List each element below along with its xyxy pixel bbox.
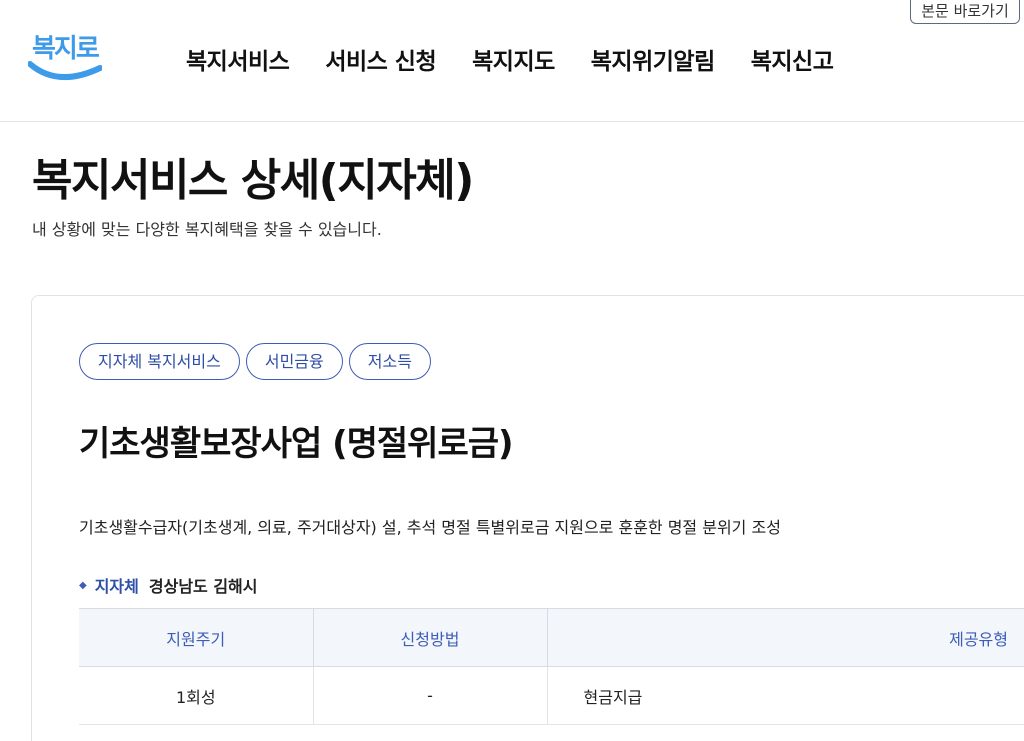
header-support-cycle: 지원주기 [79,608,314,667]
main-navigation: 복지서비스 서비스 신청 복지지도 복지위기알림 복지신고 [186,42,869,76]
tag-low-income[interactable]: 저소득 [348,343,431,380]
nav-item-crisis-alert[interactable]: 복지위기알림 [591,42,715,76]
bokjiro-logo[interactable]: 복지로 [28,28,102,88]
header-provision-type: 제공유형 [547,608,1024,667]
nav-item-welfare-map[interactable]: 복지지도 [472,42,555,76]
table-header-row: 지원주기 신청방법 제공유형 [79,608,1024,667]
nav-item-service-apply[interactable]: 서비스 신청 [325,42,436,76]
service-tags: 지자체 복지서비스 서민금융 저소득 [79,343,431,380]
cell-provision-type: 현금지급 [547,666,1024,725]
service-info-table: 지원주기 신청방법 제공유형 1회성 - 현금지급 [79,608,1024,725]
logo-swoosh-icon [28,61,102,81]
cell-apply-method: - [313,666,548,725]
tag-finance[interactable]: 서민금융 [245,343,343,380]
cell-support-cycle: 1회성 [79,666,314,725]
service-title: 기초생활보장사업 (명절위로금) [79,424,514,464]
region-info: ◆ 지자체 경상남도 김해시 [79,573,258,597]
nav-item-welfare-service[interactable]: 복지서비스 [186,42,290,76]
diamond-bullet-icon: ◆ [79,579,87,591]
page-title: 복지서비스 상세(지자체) [32,155,474,206]
service-description: 기초생활수급자(기초생계, 의료, 주거대상자) 설, 추석 명절 특별위로금 … [79,518,781,537]
tag-local-welfare[interactable]: 지자체 복지서비스 [79,343,240,380]
region-label: 지자체 [94,577,139,596]
region-value: 경상남도 김해시 [148,577,258,596]
nav-item-welfare-report[interactable]: 복지신고 [751,42,834,76]
table-row: 1회성 - 현금지급 [79,666,1024,725]
header-apply-method: 신청방법 [313,608,548,667]
site-header: 복지로 복지서비스 서비스 신청 복지지도 복지위기알림 복지신고 [0,0,1024,122]
page-subtitle: 내 상황에 맞는 다양한 복지혜택을 찾을 수 있습니다. [32,220,382,239]
